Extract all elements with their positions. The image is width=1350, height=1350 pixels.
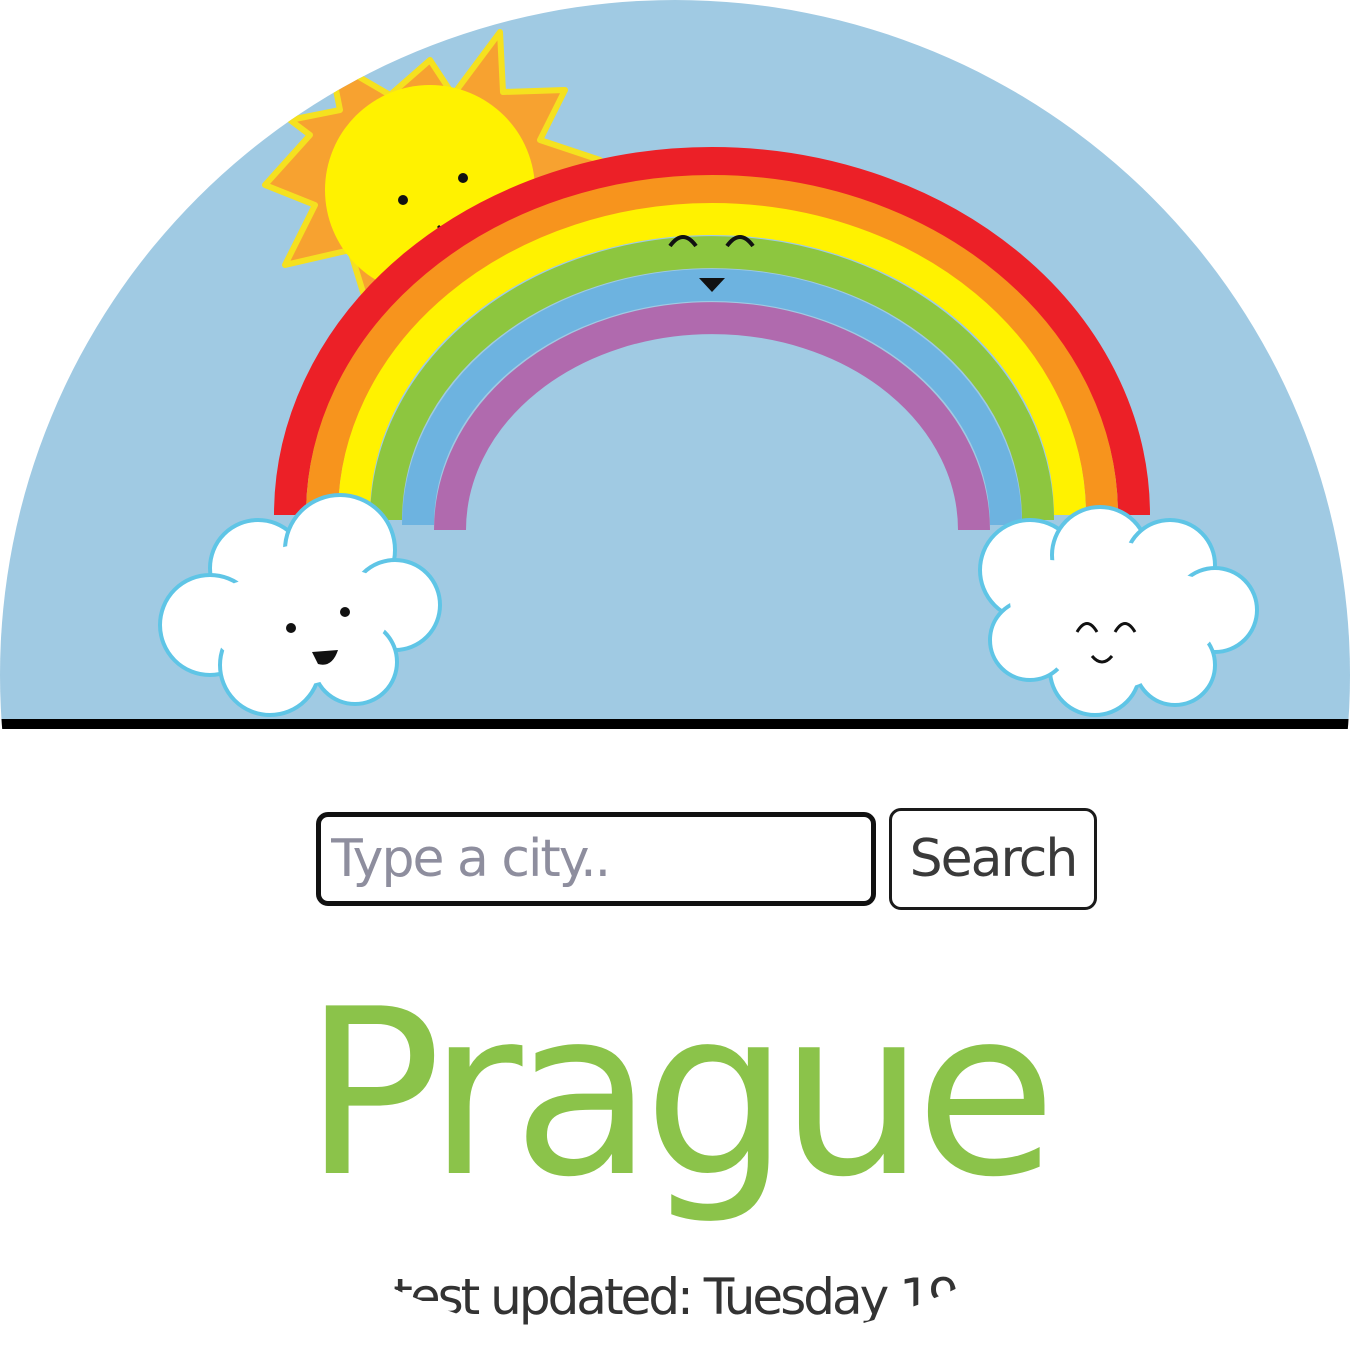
city-name: Prague [303, 961, 1056, 1228]
search-form: Search [316, 808, 1100, 910]
header-illustration [0, 0, 1350, 720]
cloud-icon [978, 505, 1259, 717]
search-button[interactable]: Search [889, 808, 1097, 910]
app-viewport: Search Prague Latest updated: Tuesday 19… [0, 0, 1350, 1350]
header-divider [0, 719, 1350, 729]
last-updated-text: Latest updated: Tuesday 19:... [340, 1268, 1013, 1326]
cloud-icon [158, 493, 442, 717]
city-search-input[interactable] [316, 812, 876, 906]
